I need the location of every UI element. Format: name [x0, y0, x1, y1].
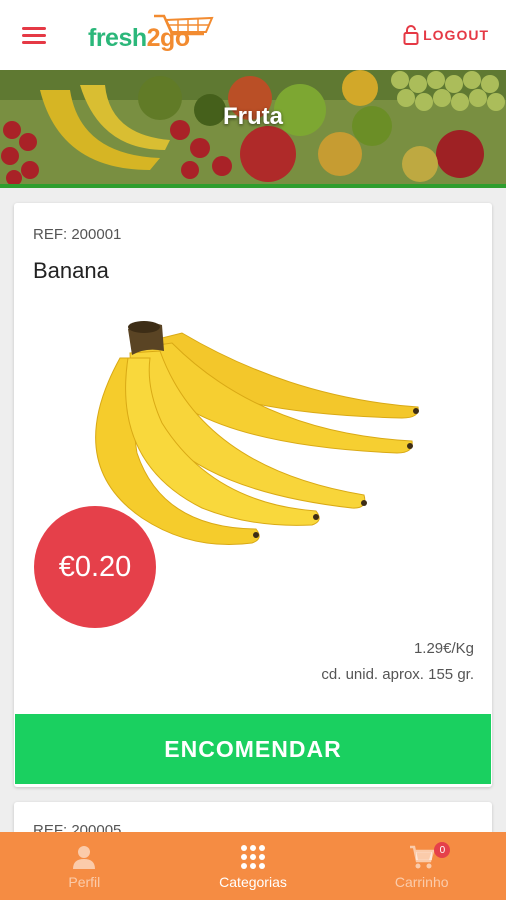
nav-label-perfil: Perfil [68, 874, 101, 890]
price-badge: €0.20 [34, 506, 156, 628]
category-banner: Fruta [0, 70, 506, 188]
nav-label-carrinho: Carrinho [394, 874, 449, 890]
grid-icon [241, 845, 265, 869]
nav-item-categorias[interactable]: Categorias [169, 832, 338, 900]
unit-weight-note: cd. unid. aprox. 155 gr. [321, 666, 474, 683]
logout-button[interactable]: LOGOUT [403, 22, 489, 48]
person-icon [73, 846, 96, 869]
logo-wordmark: fresh2go [88, 24, 190, 52]
nav-item-carrinho[interactable]: Carrinho 0 [337, 832, 506, 900]
logout-label: LOGOUT [423, 27, 489, 43]
price-per-kg: 1.29€/Kg [413, 640, 474, 657]
cart-icon [409, 845, 435, 869]
top-app-bar: fresh2go LOGOUT [0, 0, 506, 70]
nav-item-perfil[interactable]: Perfil [0, 832, 169, 900]
hamburger-menu-icon[interactable] [22, 25, 48, 45]
lock-icon [403, 25, 419, 45]
bottom-navigation: Perfil Categorias Carrinho 0 [0, 832, 506, 900]
product-card: REF: 200001 Banana €0.20 1.29€/Kg cd. un… [14, 203, 492, 787]
cart-count-badge: 0 [434, 842, 451, 858]
product-name: Banana [33, 258, 109, 283]
product-ref: REF: 200001 [33, 226, 122, 243]
nav-label-categorias: Categorias [219, 874, 287, 890]
fresh2go-logo: fresh2go [88, 12, 218, 56]
order-button[interactable]: ENCOMENDAR [15, 714, 491, 784]
category-title: Fruta [223, 103, 283, 130]
